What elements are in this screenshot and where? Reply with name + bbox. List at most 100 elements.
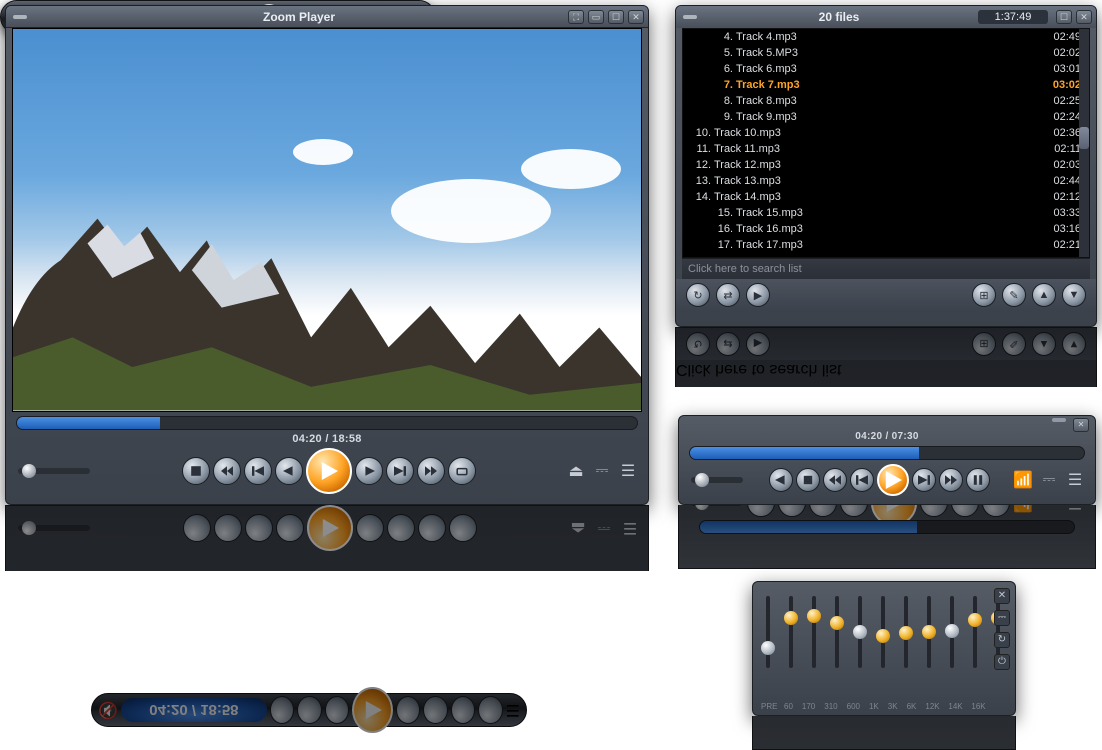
playlist-row[interactable]: 12.Track 12.mp302:03 xyxy=(683,157,1089,173)
eject-icon[interactable]: ⏏ xyxy=(568,462,584,480)
eq-knob[interactable] xyxy=(784,611,798,625)
repeat-button[interactable]: ↻ xyxy=(686,283,710,307)
equalizer-icon[interactable]: ⎓ xyxy=(1041,471,1057,489)
time-display: 04:20 / 18:58 xyxy=(6,430,648,448)
playlist-row[interactable]: 13.Track 13.mp302:44 xyxy=(683,173,1089,189)
track-index: 4. xyxy=(709,31,733,43)
minimize-icon[interactable] xyxy=(13,15,27,19)
eq-reset-icon[interactable]: ↻ xyxy=(994,632,1010,648)
next-track-button[interactable] xyxy=(386,457,414,485)
equalizer-icon[interactable]: ⎓ xyxy=(594,462,610,480)
eq-knob[interactable] xyxy=(899,626,913,640)
prev-track-button[interactable] xyxy=(244,457,272,485)
close-icon[interactable]: ✕ xyxy=(1076,10,1092,24)
eq-band-170[interactable] xyxy=(807,590,821,693)
down-button[interactable]: ▼ xyxy=(1062,283,1086,307)
eq-band-600[interactable] xyxy=(853,590,867,693)
volume-slider[interactable] xyxy=(691,477,743,483)
eq-band-PRE[interactable] xyxy=(761,590,775,693)
add-button[interactable]: ⊞ xyxy=(972,283,996,307)
rewind-button[interactable] xyxy=(213,457,241,485)
playlist-row[interactable]: 6.Track 6.mp303:01 xyxy=(683,61,1089,77)
track-duration: 02:02 xyxy=(1041,47,1081,59)
pause-button[interactable] xyxy=(966,468,990,492)
track-duration: 02:44 xyxy=(1041,175,1081,187)
playlist-count: 20 files xyxy=(704,10,974,24)
track-duration: 02:11 xyxy=(1041,143,1081,155)
window-mode-icon[interactable]: ▭ xyxy=(588,10,604,24)
scrollbar[interactable] xyxy=(1079,29,1089,257)
open-button[interactable] xyxy=(448,457,476,485)
forward-button[interactable] xyxy=(939,468,963,492)
playlist-row[interactable]: 11.Track 11.mp302:11 xyxy=(683,141,1089,157)
stop-button[interactable] xyxy=(796,468,820,492)
play-button[interactable] xyxy=(306,448,352,494)
rewind-button[interactable] xyxy=(823,468,847,492)
forward-button[interactable] xyxy=(417,457,445,485)
eq-band-60[interactable] xyxy=(784,590,798,693)
playlist-row[interactable]: 8.Track 8.mp302:25 xyxy=(683,93,1089,109)
eq-knob[interactable] xyxy=(830,616,844,630)
playlist-row[interactable]: 14.Track 14.mp302:12 xyxy=(683,189,1089,205)
next-chapter-button[interactable] xyxy=(355,457,383,485)
playlist-row[interactable]: 5.Track 5.MP302:02 xyxy=(683,45,1089,61)
scroll-thumb[interactable] xyxy=(1079,127,1089,149)
eq-knob[interactable] xyxy=(922,625,936,639)
dvd-mode-window: Zoom Player ⛶ ▭ ☐ ✕ 04:20 / 18:58 xyxy=(5,5,649,505)
seek-bar[interactable] xyxy=(16,416,638,430)
playlist-row[interactable]: 4.Track 4.mp302:49 xyxy=(683,29,1089,45)
eq-knob[interactable] xyxy=(853,625,867,639)
maximize-icon[interactable]: ☐ xyxy=(608,10,624,24)
playlist-row[interactable]: 10.Track 10.mp302:36 xyxy=(683,125,1089,141)
prev-chapter-button[interactable] xyxy=(275,457,303,485)
track-index: 6. xyxy=(709,63,733,75)
track-name: Track 10.mp3 xyxy=(714,127,1041,139)
audio-seek-bar[interactable] xyxy=(689,446,1085,460)
stop-button[interactable] xyxy=(182,457,210,485)
eq-band-6K[interactable] xyxy=(922,590,936,693)
eq-band-12K[interactable] xyxy=(945,590,959,693)
eq-knob[interactable] xyxy=(761,641,775,655)
close-icon[interactable]: ✕ xyxy=(628,10,644,24)
stream-icon[interactable]: 📶 xyxy=(1015,471,1031,489)
play-button[interactable] xyxy=(877,464,909,496)
up-button[interactable]: ▲ xyxy=(1032,283,1056,307)
track-index: 5. xyxy=(709,47,733,59)
eq-knob[interactable] xyxy=(876,629,890,643)
eq-power-icon[interactable]: ⏻ xyxy=(994,654,1010,670)
playlist-total-time: 1:37:49 xyxy=(978,10,1048,24)
volume-slider[interactable] xyxy=(18,468,90,474)
playlist-row[interactable]: 16.Track 16.mp303:16 xyxy=(683,221,1089,237)
playlist-list[interactable]: 4.Track 4.mp302:495.Track 5.MP302:026.Tr… xyxy=(682,28,1090,258)
minimize-icon[interactable] xyxy=(1052,418,1066,422)
minimize-icon[interactable] xyxy=(683,15,697,19)
fullscreen-icon[interactable]: ⛶ xyxy=(568,10,584,24)
prev-button[interactable] xyxy=(769,468,793,492)
eq-band-1K[interactable] xyxy=(876,590,890,693)
shuffle-button[interactable]: ⇄ xyxy=(716,283,740,307)
prev-track-button[interactable] xyxy=(850,468,874,492)
eq-close-icon[interactable]: ✕ xyxy=(994,588,1010,604)
eq-knob[interactable] xyxy=(807,609,821,623)
eq-band-310[interactable] xyxy=(830,590,844,693)
menu-icon[interactable]: ☰ xyxy=(1067,471,1083,489)
maximize-icon[interactable]: ☐ xyxy=(1056,10,1072,24)
next-track-button[interactable] xyxy=(912,468,936,492)
eq-knob[interactable] xyxy=(968,613,982,627)
edit-button[interactable]: ✎ xyxy=(1002,283,1026,307)
playlist-row[interactable]: 9.Track 9.mp302:24 xyxy=(683,109,1089,125)
eq-label: 60 xyxy=(784,702,793,711)
eq-knob[interactable] xyxy=(945,624,959,638)
eq-band-3K[interactable] xyxy=(899,590,913,693)
playlist-row[interactable]: 7.Track 7.mp303:02 xyxy=(683,77,1089,93)
eq-band-14K[interactable] xyxy=(968,590,982,693)
track-duration: 02:25 xyxy=(1041,95,1081,107)
playlist-row[interactable]: 15.Track 15.mp303:33 xyxy=(683,205,1089,221)
close-icon[interactable]: ✕ xyxy=(1073,418,1089,432)
playlist-search[interactable]: Click here to search list xyxy=(682,258,1090,279)
menu-icon[interactable]: ☰ xyxy=(620,462,636,480)
video-area[interactable] xyxy=(12,28,642,412)
eq-preset-icon[interactable]: ⎓ xyxy=(994,610,1010,626)
play-button[interactable]: ▶ xyxy=(746,283,770,307)
playlist-row[interactable]: 17.Track 17.mp302:21 xyxy=(683,237,1089,253)
